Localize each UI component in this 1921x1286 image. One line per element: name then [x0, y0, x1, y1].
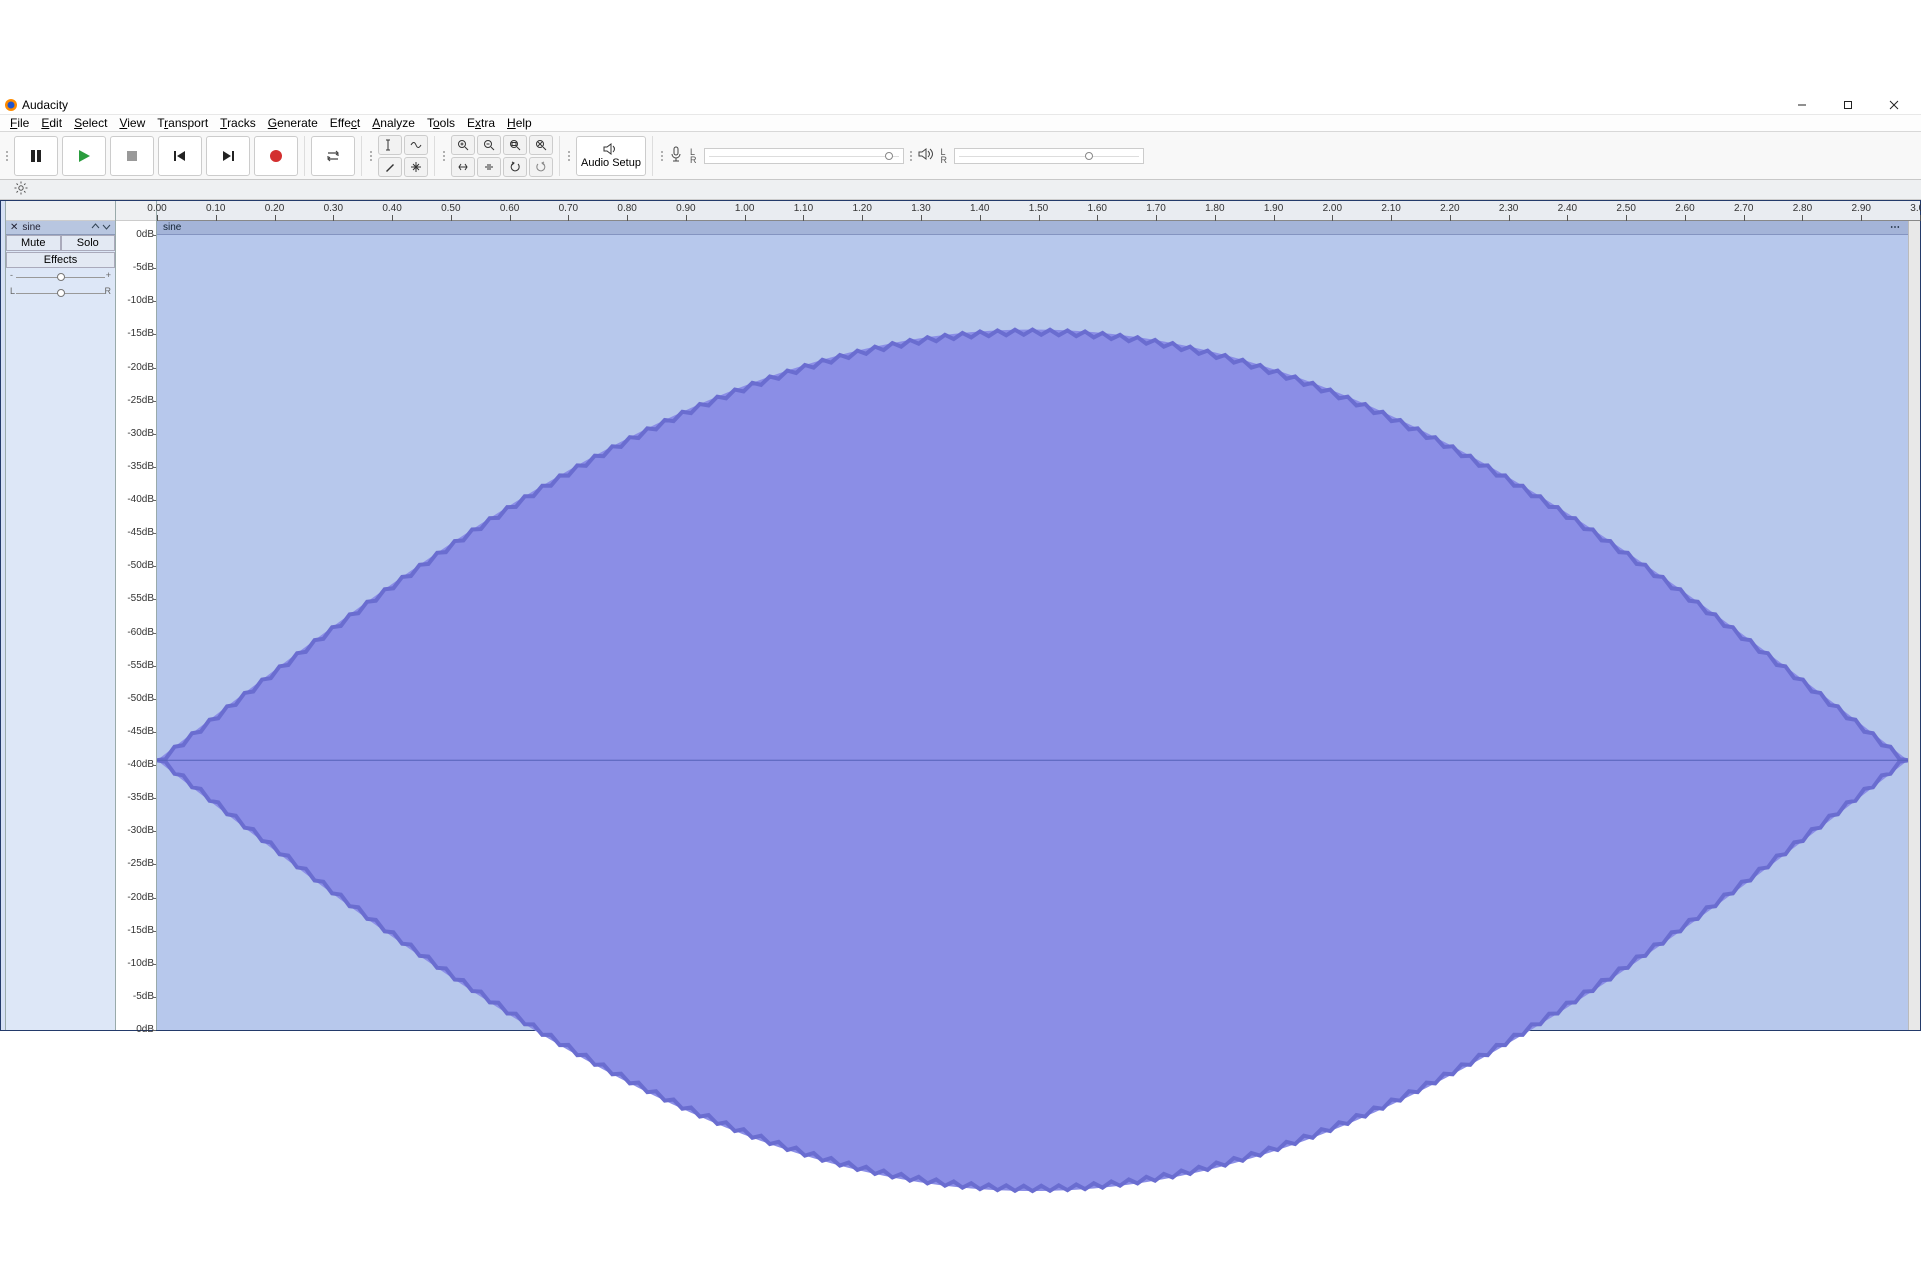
- titlebar: Audacity: [0, 95, 1921, 115]
- app-title: Audacity: [22, 98, 68, 112]
- skip-start-button[interactable]: [158, 136, 202, 176]
- stop-button[interactable]: [110, 136, 154, 176]
- playback-meter[interactable]: [954, 148, 1144, 164]
- waveform[interactable]: [157, 235, 1908, 1286]
- draw-tool-button[interactable]: [378, 157, 402, 177]
- toolbars: Audio Setup L R L R: [0, 131, 1921, 180]
- redo-button[interactable]: [529, 157, 553, 177]
- timeline-ruler[interactable]: 0.000.100.200.300.400.500.600.700.800.90…: [157, 201, 1920, 221]
- minimize-button[interactable]: [1779, 95, 1825, 115]
- track-control-panel: ✕ sine Mute Solo Effects - + L R: [6, 201, 116, 1030]
- track-menu-button[interactable]: [102, 222, 111, 234]
- mic-icon: [669, 146, 683, 165]
- grip-icon[interactable]: [441, 137, 447, 175]
- menu-effect[interactable]: Effect: [324, 116, 366, 130]
- menu-edit[interactable]: Edit: [35, 116, 68, 130]
- audio-setup-button[interactable]: Audio Setup: [576, 136, 646, 176]
- menu-file[interactable]: File: [4, 116, 35, 130]
- track-area: 0.000.100.200.300.400.500.600.700.800.90…: [157, 201, 1920, 1030]
- menu-tracks[interactable]: Tracks: [214, 116, 262, 130]
- collapse-track-button[interactable]: [91, 222, 100, 234]
- selection-tool-button[interactable]: [378, 135, 402, 155]
- clip-header[interactable]: sine ⋯: [157, 221, 1908, 235]
- grip-icon[interactable]: [566, 137, 572, 175]
- track-header[interactable]: ✕ sine: [6, 221, 115, 235]
- silence-button[interactable]: [477, 157, 501, 177]
- grip-icon[interactable]: [908, 137, 914, 175]
- meter-lr-label: L R: [938, 148, 951, 164]
- zoom-out-button[interactable]: [477, 135, 501, 155]
- gear-icon[interactable]: [14, 181, 28, 198]
- audio-setup-label: Audio Setup: [581, 157, 641, 169]
- close-button[interactable]: [1871, 95, 1917, 115]
- mute-button[interactable]: Mute: [6, 235, 61, 251]
- fit-project-button[interactable]: [529, 135, 553, 155]
- settings-strip: [0, 180, 1921, 200]
- gain-slider[interactable]: - +: [6, 270, 115, 284]
- app-icon: [4, 98, 18, 112]
- grip-icon[interactable]: [368, 137, 374, 175]
- menu-analyze[interactable]: Analyze: [366, 116, 421, 130]
- menu-select[interactable]: Select: [68, 116, 113, 130]
- envelope-tool-button[interactable]: [404, 135, 428, 155]
- menu-transport[interactable]: Transport: [151, 116, 214, 130]
- skip-end-button[interactable]: [206, 136, 250, 176]
- record-button[interactable]: [254, 136, 298, 176]
- trim-button[interactable]: [451, 157, 475, 177]
- multi-tool-button[interactable]: [404, 157, 428, 177]
- menu-view[interactable]: View: [113, 116, 151, 130]
- effects-button[interactable]: Effects: [6, 252, 115, 268]
- undo-button[interactable]: [503, 157, 527, 177]
- pause-button[interactable]: [14, 136, 58, 176]
- track-name: sine: [22, 222, 40, 233]
- clip-name: sine: [163, 222, 181, 233]
- vertical-scrollbar[interactable]: [1908, 221, 1920, 1030]
- play-button[interactable]: [62, 136, 106, 176]
- menu-extra[interactable]: Extra: [461, 116, 501, 130]
- menu-help[interactable]: Help: [501, 116, 538, 130]
- loop-button[interactable]: [311, 136, 355, 176]
- speaker-icon: [918, 147, 934, 164]
- grip-icon[interactable]: [659, 137, 665, 175]
- speaker-icon: [603, 143, 619, 155]
- main-area: ✕ sine Mute Solo Effects - + L R 0dB-5dB: [0, 200, 1921, 1031]
- pan-slider[interactable]: L R: [6, 286, 115, 300]
- clip-menu-button[interactable]: ⋯: [1890, 222, 1902, 233]
- fit-selection-button[interactable]: [503, 135, 527, 155]
- close-track-button[interactable]: ✕: [10, 222, 18, 233]
- menubar: File Edit Select View Transport Tracks G…: [0, 115, 1921, 131]
- grip-icon[interactable]: [4, 137, 10, 175]
- db-scale: 0dB-5dB-10dB-15dB-20dB-25dB-30dB-35dB-40…: [116, 201, 157, 1030]
- audio-clip[interactable]: sine ⋯: [157, 221, 1908, 1030]
- solo-button[interactable]: Solo: [61, 235, 116, 251]
- menu-tools[interactable]: Tools: [421, 116, 461, 130]
- menu-generate[interactable]: Generate: [262, 116, 324, 130]
- zoom-in-button[interactable]: [451, 135, 475, 155]
- maximize-button[interactable]: [1825, 95, 1871, 115]
- meter-lr-label: L R: [687, 148, 700, 164]
- recording-meter[interactable]: [704, 148, 904, 164]
